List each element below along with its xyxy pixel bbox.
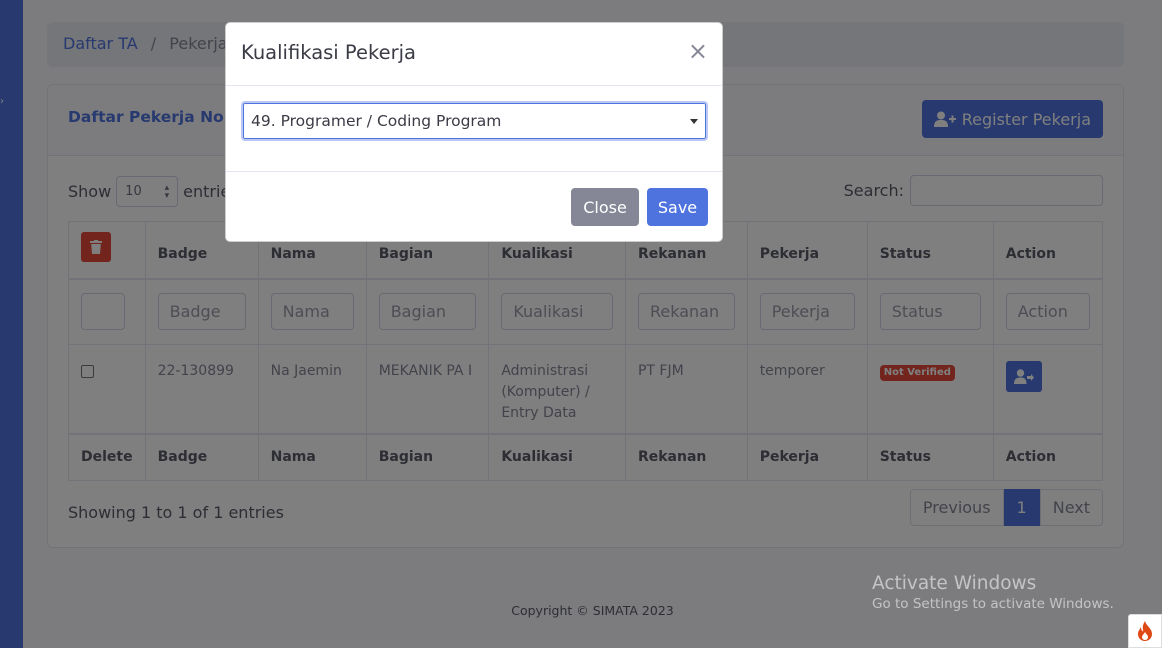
windows-activation-watermark: Activate Windows Go to Settings to activ… bbox=[872, 573, 1114, 612]
qualification-select[interactable]: 49. Programer / Coding Program bbox=[241, 101, 708, 141]
modal-footer: Close Save bbox=[226, 172, 722, 241]
watermark-subtitle: Go to Settings to activate Windows. bbox=[872, 596, 1114, 612]
modal-title: Kualifikasi Pekerja bbox=[241, 41, 416, 64]
save-button[interactable]: Save bbox=[647, 188, 708, 226]
close-button[interactable]: Close bbox=[571, 188, 639, 226]
watermark-title: Activate Windows bbox=[872, 573, 1037, 594]
qualification-modal: Kualifikasi Pekerja × 49. Programer / Co… bbox=[225, 22, 723, 242]
modal-header: Kualifikasi Pekerja × bbox=[226, 23, 722, 86]
modal-body: 49. Programer / Coding Program bbox=[226, 86, 722, 172]
modal-close-icon[interactable]: × bbox=[688, 38, 708, 64]
dropdown-caret-icon bbox=[690, 118, 698, 124]
debug-toolbar-toggle[interactable] bbox=[1128, 614, 1162, 648]
codeigniter-flame-icon bbox=[1138, 621, 1152, 641]
qualification-selected-value: 49. Programer / Coding Program bbox=[251, 112, 502, 130]
